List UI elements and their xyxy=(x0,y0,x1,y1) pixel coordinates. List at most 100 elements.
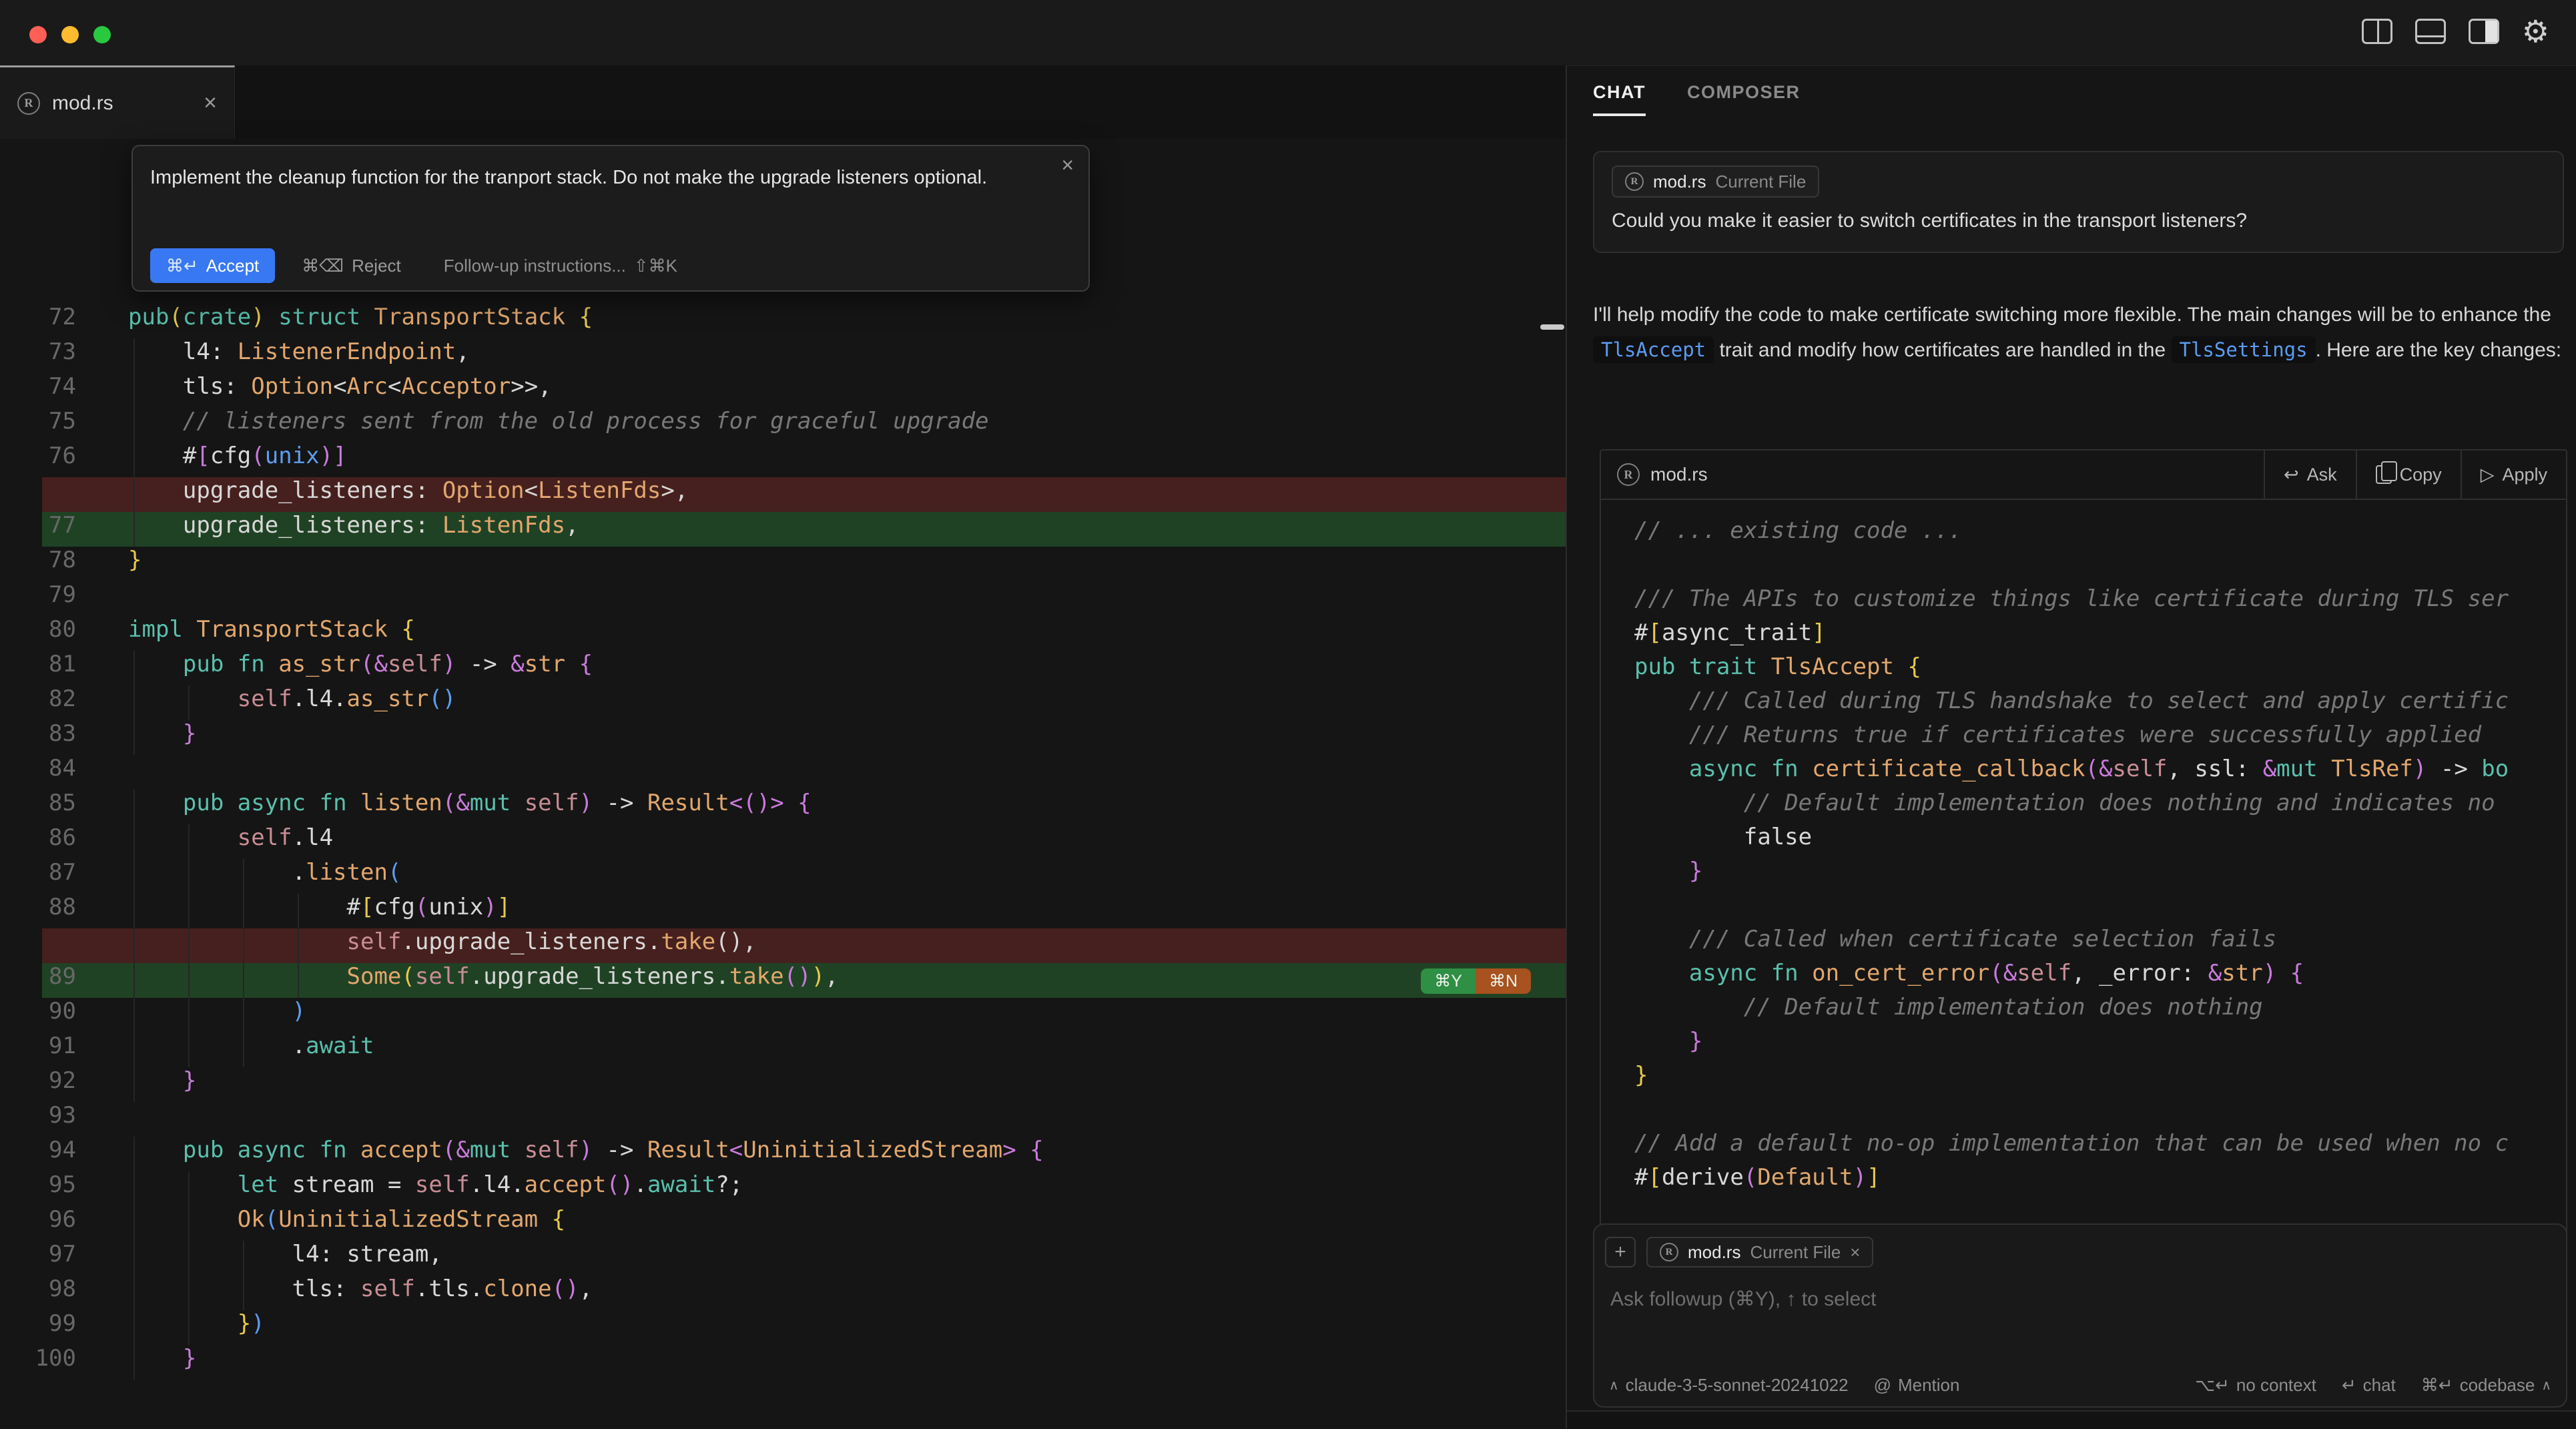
chat-label: chat xyxy=(2363,1375,2396,1396)
code-line[interactable]: /// Called when certificate selection fa… xyxy=(1601,926,2566,960)
followup-instructions-button[interactable]: Follow-up instructions... ⇧⌘K xyxy=(444,256,677,276)
code-line[interactable]: 99 }) xyxy=(0,1310,1566,1345)
code-line[interactable]: 97 l4: stream, xyxy=(0,1241,1566,1275)
code-line[interactable]: 85 pub async fn listen(&mut self) -> Res… xyxy=(0,790,1566,824)
copy-button[interactable]: Copy xyxy=(2356,451,2461,499)
code-line[interactable]: 87 .listen( xyxy=(0,859,1566,894)
code-line[interactable]: // ... existing code ... xyxy=(1601,517,2566,551)
code-line[interactable]: 84 xyxy=(0,755,1566,790)
code-line[interactable]: } xyxy=(1601,1062,2566,1096)
code-line[interactable]: 94 pub async fn accept(&mut self) -> Res… xyxy=(0,1137,1566,1171)
zoom-window-button[interactable] xyxy=(93,26,111,43)
code-line[interactable] xyxy=(1601,551,2566,585)
code-line[interactable]: false xyxy=(1601,824,2566,858)
code-line[interactable]: 88 #[cfg(unix)] xyxy=(0,894,1566,928)
inline-code-tlsaccept: TlsAccept xyxy=(1593,336,1714,363)
code-line[interactable]: 95 let stream = self.l4.accept().await?; xyxy=(0,1171,1566,1206)
line-number: 96 xyxy=(0,1206,100,1241)
code-line[interactable]: async fn certificate_callback(&self, ssl… xyxy=(1601,756,2566,790)
line-number: 93 xyxy=(0,1102,100,1137)
code-line[interactable] xyxy=(1601,892,2566,926)
code-line[interactable]: 86 self.l4 xyxy=(0,824,1566,859)
input-context-chip[interactable]: R mod.rs Current File × xyxy=(1646,1237,1873,1267)
reject-hunk-badge[interactable]: ⌘N xyxy=(1476,968,1531,994)
code-line[interactable] xyxy=(1601,1096,2566,1130)
mention-label: Mention xyxy=(1898,1375,1960,1396)
code-line[interactable]: /// The APIs to customize things like ce… xyxy=(1601,585,2566,619)
followup-input-card[interactable]: + R mod.rs Current File × Ask followup (… xyxy=(1593,1223,2567,1408)
accept-hunk-badge[interactable]: ⌘Y xyxy=(1421,968,1476,994)
code-line[interactable]: /// Returns true if certificates were su… xyxy=(1601,722,2566,756)
assistant-text-part: trait and modify how certificates are ha… xyxy=(1714,339,2171,361)
apply-button[interactable]: ▷ Apply xyxy=(2461,451,2566,499)
line-number: 78 xyxy=(0,547,100,581)
code-line[interactable]: upgrade_listeners: Option<ListenFds>, xyxy=(0,477,1566,512)
rust-file-icon: R xyxy=(1625,172,1644,191)
settings-gear-icon[interactable]: ⚙ xyxy=(2522,16,2549,47)
code-line[interactable]: pub trait TlsAccept { xyxy=(1601,653,2566,687)
ask-button[interactable]: ↩ Ask xyxy=(2264,451,2356,499)
code-line[interactable]: 90 ) xyxy=(0,998,1566,1033)
line-number: 86 xyxy=(0,824,100,859)
code-line[interactable]: 81 pub fn as_str(&self) -> &str { xyxy=(0,651,1566,685)
code-line[interactable]: 74 tls: Option<Arc<Acceptor>>, xyxy=(0,373,1566,408)
code-line[interactable]: 100 } xyxy=(0,1345,1566,1380)
split-editor-icon[interactable] xyxy=(2362,19,2392,44)
code-line[interactable]: 93 xyxy=(0,1102,1566,1137)
editor-code-area[interactable]: 72pub(crate) struct TransportStack {73 l… xyxy=(0,304,1566,1380)
line-number xyxy=(0,477,100,512)
chip-file-tag: Current File xyxy=(1750,1242,1841,1263)
code-line[interactable]: // Default implementation does nothing xyxy=(1601,994,2566,1028)
followup-input[interactable]: Ask followup (⌘Y), ↑ to select xyxy=(1610,1288,2555,1311)
accept-button[interactable]: ⌘↵ Accept xyxy=(150,248,275,283)
code-line[interactable]: 78} xyxy=(0,547,1566,581)
code-line[interactable]: 75 // listeners sent from the old proces… xyxy=(0,408,1566,443)
toggle-right-sidebar-icon[interactable] xyxy=(2469,19,2499,44)
mention-button[interactable]: @ Mention xyxy=(1874,1375,1960,1396)
code-line[interactable]: /// Called during TLS handshake to selec… xyxy=(1601,687,2566,722)
code-line[interactable]: 79 xyxy=(0,581,1566,616)
code-line[interactable]: async fn on_cert_error(&self, _error: &s… xyxy=(1601,960,2566,994)
tab-chat[interactable]: CHAT xyxy=(1593,82,1646,116)
code-line[interactable]: 72pub(crate) struct TransportStack { xyxy=(0,304,1566,338)
code-line[interactable]: self.upgrade_listeners.take(), xyxy=(0,928,1566,963)
code-line[interactable]: 82 self.l4.as_str() xyxy=(0,685,1566,720)
code-line[interactable]: } xyxy=(1601,858,2566,892)
code-line[interactable]: 91 .await xyxy=(0,1033,1566,1067)
line-number: 85 xyxy=(0,790,100,824)
toggle-bottom-panel-icon[interactable] xyxy=(2415,19,2446,44)
model-selector[interactable]: ∧ claude-3-5-sonnet-20241022 xyxy=(1609,1375,1849,1396)
code-line[interactable]: 77 upgrade_listeners: ListenFds, xyxy=(0,512,1566,547)
tab-composer[interactable]: COMPOSER xyxy=(1687,82,1801,116)
code-line[interactable]: 80impl TransportStack { xyxy=(0,616,1566,651)
code-line[interactable]: 89 Some(self.upgrade_listeners.take()),⌘… xyxy=(0,963,1566,998)
close-dialog-icon[interactable]: × xyxy=(1061,153,1074,178)
line-number: 92 xyxy=(0,1067,100,1102)
reject-button[interactable]: ⌘⌫ Reject xyxy=(302,256,400,276)
minimize-window-button[interactable] xyxy=(61,26,79,43)
close-tab-icon[interactable]: × xyxy=(204,90,217,116)
context-file-chip[interactable]: R mod.rs Current File xyxy=(1612,166,1819,198)
chat-submit[interactable]: ↵ chat xyxy=(2342,1375,2396,1396)
code-editor[interactable]: 72pub(crate) struct TransportStack {73 l… xyxy=(0,139,1566,1428)
code-line[interactable]: 96 Ok(UninitializedStream { xyxy=(0,1206,1566,1241)
tab-mod-rs[interactable]: R mod.rs × xyxy=(0,65,235,139)
add-context-button[interactable]: + xyxy=(1605,1237,1636,1267)
code-line[interactable]: 73 l4: ListenerEndpoint, xyxy=(0,338,1566,373)
code-line[interactable]: } xyxy=(1601,1028,2566,1062)
remove-context-icon[interactable]: × xyxy=(1850,1242,1860,1263)
code-line[interactable]: // Default implementation does nothing a… xyxy=(1601,790,2566,824)
no-context-submit[interactable]: ⌥↵ no context xyxy=(2195,1375,2316,1396)
code-line[interactable]: #[async_trait] xyxy=(1601,619,2566,653)
close-window-button[interactable] xyxy=(29,26,47,43)
code-line[interactable]: 83 } xyxy=(0,720,1566,755)
code-line[interactable]: 98 tls: self.tls.clone(), xyxy=(0,1275,1566,1310)
assistant-text-part: I'll help modify the code to make certif… xyxy=(1593,304,2551,326)
codebase-submit[interactable]: ⌘↵ codebase ∧ xyxy=(2421,1375,2551,1396)
chat-panel: CHAT COMPOSER R mod.rs Current File Coul… xyxy=(1566,65,2576,1428)
code-line[interactable]: #[derive(Default)] xyxy=(1601,1164,2566,1198)
code-line[interactable]: 76 #[cfg(unix)] xyxy=(0,443,1566,477)
codebase-shortcut: ⌘↵ xyxy=(2421,1375,2453,1396)
code-line[interactable]: // Add a default no-op implementation th… xyxy=(1601,1130,2566,1164)
code-line[interactable]: 92 } xyxy=(0,1067,1566,1102)
